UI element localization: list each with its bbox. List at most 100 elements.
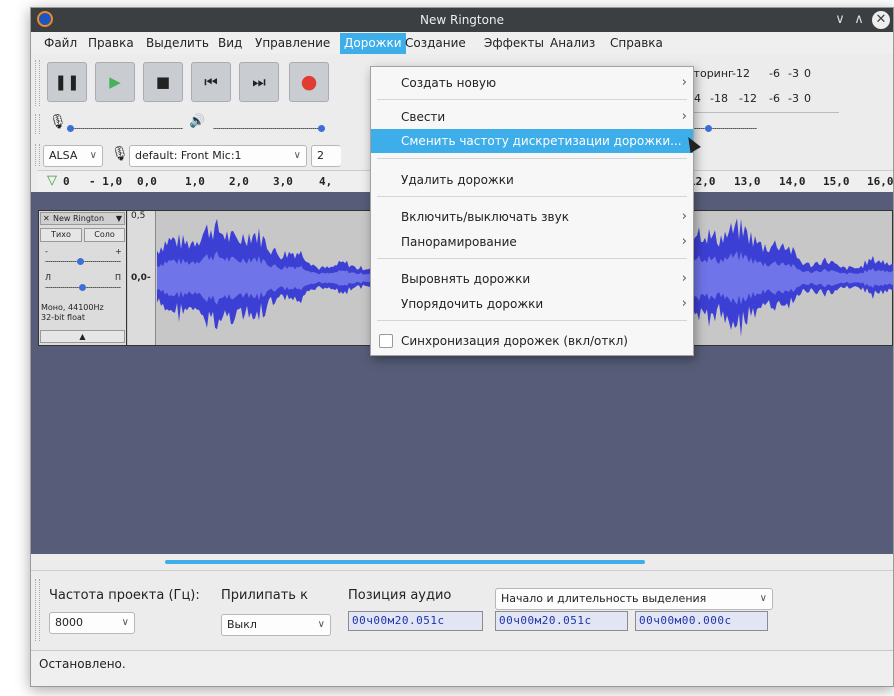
menu-transport[interactable]: Управление bbox=[251, 35, 334, 53]
menu-sync-lock[interactable]: Синхронизация дорожек (вкл/откл) bbox=[371, 329, 693, 353]
recording-volume-knob[interactable] bbox=[67, 125, 74, 132]
close-icon[interactable]: ✕ bbox=[872, 11, 890, 29]
track-name-menu[interactable]: ✕ New Rington ▼ bbox=[40, 212, 125, 225]
horizontal-scrollbar-thumb[interactable] bbox=[165, 560, 645, 564]
menu-help[interactable]: Справка bbox=[606, 35, 667, 53]
selection-mode-select[interactable]: Начало и длительность выделения ∨ bbox=[495, 588, 773, 610]
toolbar-grip[interactable] bbox=[35, 60, 40, 106]
project-rate-label: Частота проекта (Гц): bbox=[49, 588, 200, 603]
ruler-tick: 15,0 bbox=[823, 175, 850, 188]
meter-scale-0: 0 bbox=[804, 67, 811, 80]
selection-start-field[interactable]: 00ч00м20.051с bbox=[495, 611, 628, 631]
submenu-arrow-icon: › bbox=[681, 209, 687, 224]
stop-button[interactable]: ■ bbox=[143, 62, 183, 102]
microphone-icon: 🎙 bbox=[49, 114, 67, 130]
menu-mute-unmute[interactable]: Включить/выключать звук › bbox=[371, 205, 693, 229]
toolbar-grip[interactable] bbox=[35, 114, 40, 134]
collapse-track-button[interactable]: ▲ bbox=[40, 330, 125, 343]
track-control-panel[interactable]: ✕ New Rington ▼ Тихо Соло - + Л П Моно, … bbox=[39, 211, 127, 345]
toolbar-grip[interactable] bbox=[35, 144, 40, 166]
speaker-icon: 🔊 bbox=[189, 114, 206, 129]
input-device-select[interactable]: default: Front Mic:1 ∨ bbox=[129, 145, 307, 167]
project-rate-select[interactable]: 8000 ∨ bbox=[49, 612, 135, 634]
menu-separator bbox=[377, 158, 687, 159]
status-bar: Остановлено. bbox=[31, 650, 893, 686]
audio-host-value: ALSA bbox=[49, 149, 78, 162]
menu-remove-tracks[interactable]: Удалить дорожки bbox=[371, 168, 693, 192]
solo-button[interactable]: Соло bbox=[84, 228, 125, 242]
ruler-tick: 2,0 bbox=[229, 175, 249, 188]
menu-resample[interactable]: Сменить частоту дискретизации дорожки... bbox=[371, 129, 693, 153]
playback-volume-knob[interactable] bbox=[318, 125, 325, 132]
menu-file[interactable]: Файл bbox=[40, 35, 81, 53]
menu-edit[interactable]: Правка bbox=[84, 35, 138, 53]
meter-scale-3: -3 bbox=[788, 67, 799, 80]
scale-mid-label: 0,0- bbox=[131, 273, 151, 283]
skip-start-icon: ⏮ bbox=[204, 73, 218, 91]
play-head-triangle-icon[interactable]: ▽ bbox=[47, 173, 57, 188]
vertical-ruler[interactable]: 0,5 0,0- bbox=[128, 211, 156, 345]
audio-position-field[interactable]: 00ч00м20.051с bbox=[348, 611, 483, 631]
minimize-icon[interactable]: ∨ bbox=[830, 10, 850, 30]
menu-resample-label: Сменить частоту дискретизации дорожки... bbox=[401, 134, 682, 148]
gain-knob[interactable] bbox=[77, 258, 84, 265]
menu-effects[interactable]: Эффекты bbox=[480, 35, 548, 53]
track-bitdepth: 32-bit float bbox=[41, 313, 86, 322]
menu-align-tracks[interactable]: Выровнять дорожки › bbox=[371, 267, 693, 291]
play-speed-knob[interactable] bbox=[705, 125, 712, 132]
sync-lock-checkbox[interactable] bbox=[379, 334, 393, 348]
menu-separator bbox=[377, 258, 687, 259]
ruler-tick: 16,0 bbox=[867, 175, 894, 188]
audio-position-label: Позиция аудио bbox=[348, 588, 452, 603]
pan-knob[interactable] bbox=[79, 284, 86, 291]
playback-volume-slider[interactable] bbox=[213, 128, 321, 129]
menu-sort-tracks[interactable]: Упорядочить дорожки › bbox=[371, 292, 693, 316]
chevron-down-icon: ∨ bbox=[317, 619, 325, 630]
menu-analyze[interactable]: Анализ bbox=[546, 35, 599, 53]
menu-add-new[interactable]: Создать новую › bbox=[371, 71, 693, 95]
menu-mix[interactable]: Свести › bbox=[371, 105, 693, 129]
track-menu-arrow-icon[interactable]: ▼ bbox=[116, 213, 122, 224]
selection-length-field[interactable]: 00ч00м00.000с bbox=[635, 611, 768, 631]
track-name[interactable]: New Rington bbox=[53, 213, 104, 224]
horizontal-scroll[interactable] bbox=[31, 554, 893, 570]
ruler-tick: 4, bbox=[319, 175, 333, 188]
ruler-tick: 3,0 bbox=[273, 175, 293, 188]
menu-separator bbox=[377, 196, 687, 197]
pan-left-label: Л bbox=[45, 273, 52, 282]
skip-end-icon: ⏭ bbox=[252, 73, 266, 91]
collapse-arrow-icon: ▲ bbox=[79, 332, 86, 341]
recording-volume-slider[interactable] bbox=[67, 128, 183, 129]
chevron-down-icon: ∨ bbox=[293, 150, 301, 161]
menu-select[interactable]: Выделить bbox=[142, 35, 213, 53]
mute-button[interactable]: Тихо bbox=[40, 228, 82, 242]
play-button[interactable]: ▶ bbox=[95, 62, 135, 102]
scale-top-label: 0,5 bbox=[131, 211, 146, 221]
chevron-down-icon: ∨ bbox=[121, 617, 129, 628]
skip-start-button[interactable]: ⏮ bbox=[191, 62, 231, 102]
menu-add-new-label: Создать новую bbox=[401, 76, 497, 90]
menu-generate[interactable]: Создание bbox=[401, 35, 470, 53]
menu-tracks[interactable]: Дорожки bbox=[340, 33, 406, 55]
channels-select[interactable]: 2 (ст bbox=[311, 145, 341, 182]
menu-mix-label: Свести bbox=[401, 110, 446, 124]
meter-scale-18: -18 bbox=[710, 92, 728, 105]
record-button[interactable]: ● bbox=[289, 62, 329, 102]
menu-sort-tracks-label: Упорядочить дорожки bbox=[401, 297, 544, 311]
meter-scale-0b: 0 bbox=[804, 92, 811, 105]
menu-remove-tracks-label: Удалить дорожки bbox=[401, 173, 514, 187]
track-format: Моно, 44100Hz bbox=[41, 303, 104, 312]
track-close-icon[interactable]: ✕ bbox=[43, 213, 50, 224]
microphone-icon: 🎙 bbox=[111, 146, 129, 162]
menu-view[interactable]: Вид bbox=[214, 35, 246, 53]
skip-end-button[interactable]: ⏭ bbox=[239, 62, 279, 102]
maximize-icon[interactable]: ∧ bbox=[849, 10, 869, 30]
snap-to-select[interactable]: Выкл ∨ bbox=[221, 614, 331, 636]
toolbar-grip[interactable] bbox=[35, 579, 40, 641]
ruler-tick: 13,0 bbox=[734, 175, 761, 188]
menu-pan[interactable]: Панорамирование › bbox=[371, 230, 693, 254]
audio-host-select[interactable]: ALSA ∨ bbox=[43, 145, 103, 167]
menu-bar: Файл Правка Выделить Вид Управление Доро… bbox=[31, 32, 893, 55]
pause-button[interactable]: ❚❚ bbox=[47, 62, 87, 102]
selection-toolbar: Частота проекта (Гц): 8000 ∨ Прилипать к … bbox=[31, 570, 893, 648]
